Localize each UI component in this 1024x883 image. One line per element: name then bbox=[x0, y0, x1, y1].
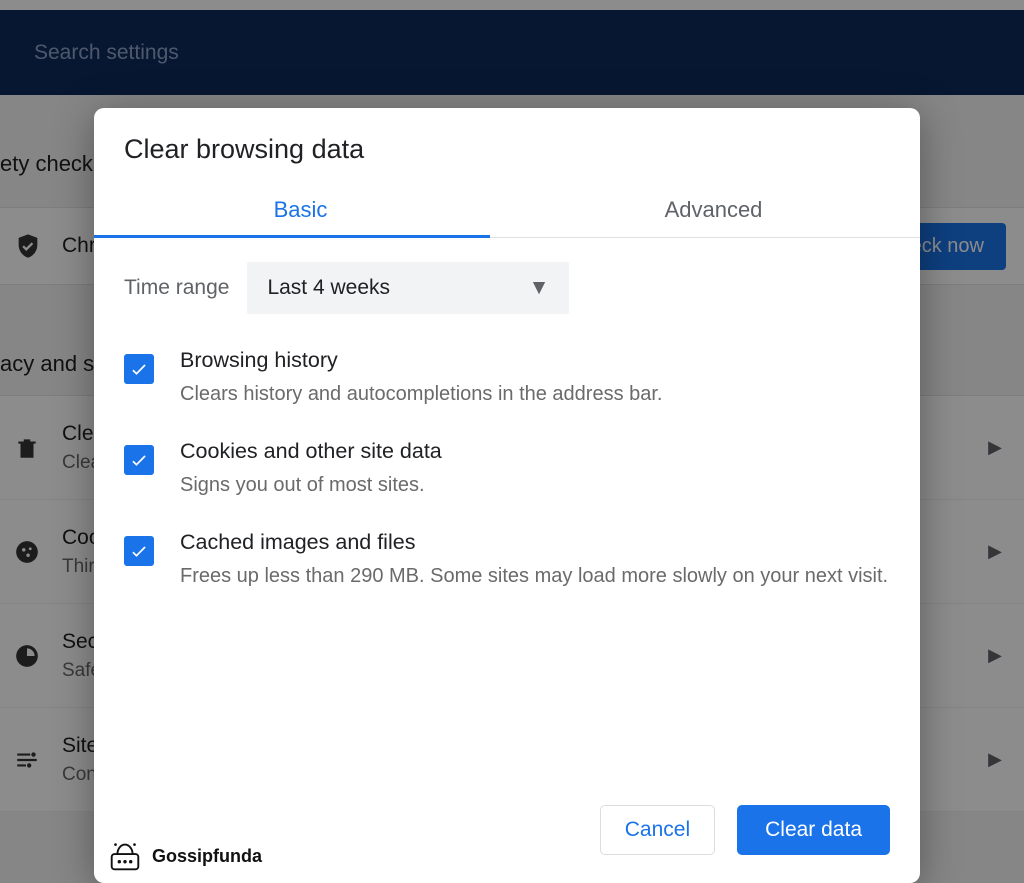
option-desc: Frees up less than 290 MB. Some sites ma… bbox=[180, 561, 888, 591]
option-desc: Clears history and autocompletions in th… bbox=[180, 379, 663, 409]
option-cookies: Cookies and other site data Signs you ou… bbox=[124, 439, 890, 500]
clear-browsing-data-dialog: Clear browsing data Basic Advanced Time … bbox=[94, 108, 920, 883]
checkbox-cookies[interactable] bbox=[124, 445, 154, 475]
dialog-title: Clear browsing data bbox=[94, 108, 920, 187]
time-range-value: Last 4 weeks bbox=[267, 276, 390, 300]
option-browsing-history: Browsing history Clears history and auto… bbox=[124, 348, 890, 409]
checkbox-browsing-history[interactable] bbox=[124, 354, 154, 384]
tab-advanced[interactable]: Advanced bbox=[507, 187, 920, 237]
option-cached: Cached images and files Frees up less th… bbox=[124, 530, 890, 591]
tab-basic[interactable]: Basic bbox=[94, 187, 507, 237]
option-title: Cached images and files bbox=[180, 530, 888, 555]
time-range-label: Time range bbox=[124, 276, 229, 300]
clear-data-button[interactable]: Clear data bbox=[737, 805, 890, 855]
chevron-down-icon: ▼ bbox=[529, 276, 550, 300]
watermark: Gossipfunda bbox=[106, 837, 262, 875]
option-title: Browsing history bbox=[180, 348, 663, 373]
cancel-button[interactable]: Cancel bbox=[600, 805, 715, 855]
time-range-select[interactable]: Last 4 weeks ▼ bbox=[247, 262, 569, 314]
checkbox-cached[interactable] bbox=[124, 536, 154, 566]
dialog-tabs: Basic Advanced bbox=[94, 187, 920, 238]
option-title: Cookies and other site data bbox=[180, 439, 442, 464]
active-tab-indicator bbox=[94, 235, 490, 238]
watermark-text: Gossipfunda bbox=[152, 846, 262, 867]
option-desc: Signs you out of most sites. bbox=[180, 470, 442, 500]
robot-icon bbox=[106, 837, 144, 875]
